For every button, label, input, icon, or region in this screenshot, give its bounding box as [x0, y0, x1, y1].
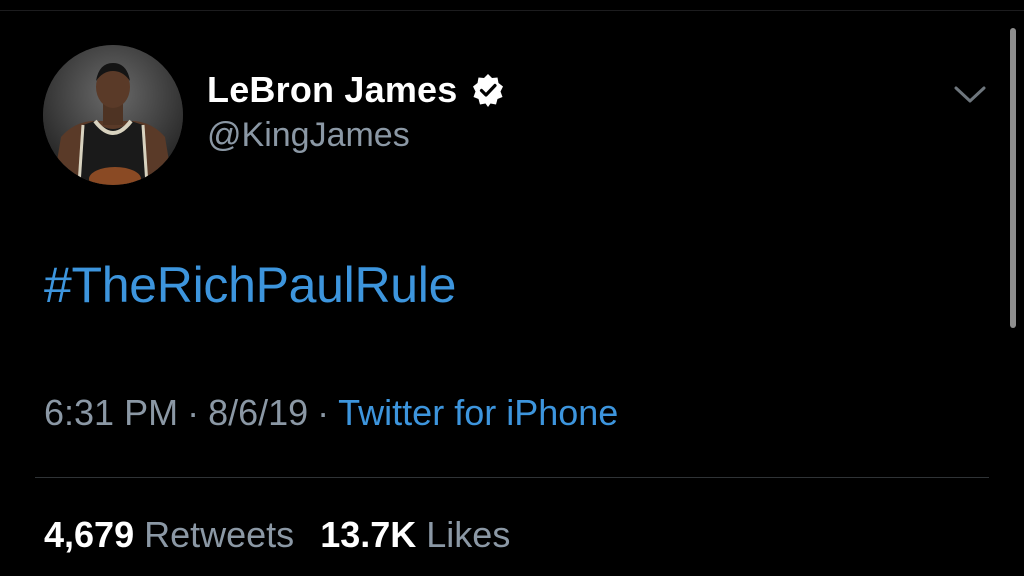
tweet-meta: 6:31 PM · 8/6/19 · Twitter for iPhone — [44, 392, 618, 434]
stats-divider — [35, 477, 989, 478]
retweets-stat[interactable]: 4,679 Retweets — [44, 514, 294, 555]
author-name-row[interactable]: LeBron James — [207, 68, 506, 112]
retweets-label: Retweets — [144, 514, 295, 555]
avatar-photo — [43, 45, 183, 185]
verified-badge-icon — [470, 72, 506, 108]
likes-label: Likes — [426, 514, 511, 555]
top-divider — [0, 10, 1024, 11]
tweet-time: 6:31 PM — [44, 392, 179, 433]
likes-count: 13.7K — [320, 514, 417, 555]
tweet-hashtag[interactable]: #TheRichPaulRule — [44, 256, 456, 314]
tweet-date: 8/6/19 — [208, 392, 309, 433]
meta-separator: · — [187, 392, 200, 433]
chevron-down-icon[interactable] — [950, 80, 990, 110]
likes-stat[interactable]: 13.7K Likes — [320, 514, 510, 555]
meta-separator: · — [317, 392, 330, 433]
tweet-source-link[interactable]: Twitter for iPhone — [338, 392, 618, 433]
scrollbar[interactable] — [1010, 28, 1016, 328]
display-name[interactable]: LeBron James — [207, 69, 458, 111]
avatar[interactable] — [43, 45, 183, 185]
retweets-count: 4,679 — [44, 514, 135, 555]
tweet-stats: 4,679 Retweets 13.7K Likes — [44, 514, 510, 556]
user-handle[interactable]: @KingJames — [207, 116, 410, 155]
